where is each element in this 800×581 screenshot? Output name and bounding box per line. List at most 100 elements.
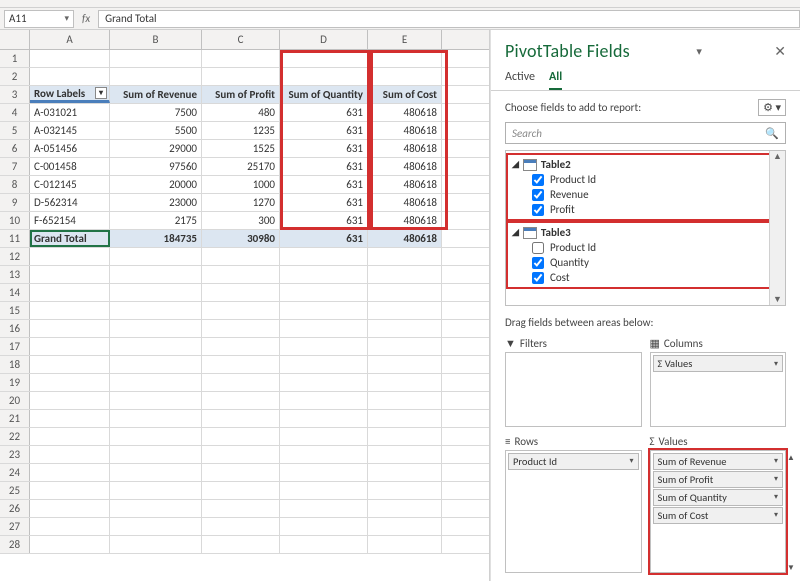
- panel-dropdown-icon[interactable]: ▾: [696, 45, 702, 58]
- row-12[interactable]: 12: [0, 248, 489, 266]
- row-header[interactable]: 26: [0, 500, 30, 517]
- cell[interactable]: [110, 392, 202, 409]
- cell[interactable]: 480618: [368, 194, 442, 211]
- row-header[interactable]: 27: [0, 518, 30, 535]
- cell[interactable]: [368, 392, 442, 409]
- row-9[interactable]: 9D-562314230001270631480618: [0, 194, 489, 212]
- cell[interactable]: 631: [280, 122, 368, 139]
- cell[interactable]: 5500: [110, 122, 202, 139]
- cell[interactable]: [30, 50, 110, 67]
- field-item[interactable]: Cost: [510, 270, 781, 285]
- cell[interactable]: [280, 320, 368, 337]
- cell[interactable]: [110, 284, 202, 301]
- cell[interactable]: A-031021: [30, 104, 110, 121]
- cell[interactable]: [110, 446, 202, 463]
- name-box[interactable]: A11 ▾: [4, 10, 74, 28]
- field-item[interactable]: Revenue: [510, 187, 781, 202]
- cell[interactable]: [280, 392, 368, 409]
- cell[interactable]: [368, 50, 442, 67]
- cell[interactable]: [368, 446, 442, 463]
- cell[interactable]: [110, 374, 202, 391]
- row-28[interactable]: 28: [0, 536, 489, 554]
- field-item[interactable]: Quantity: [510, 255, 781, 270]
- row-5[interactable]: 5A-03214555001235631480618: [0, 122, 489, 140]
- cell[interactable]: [110, 356, 202, 373]
- row-header[interactable]: 22: [0, 428, 30, 445]
- cell[interactable]: 480618: [368, 176, 442, 193]
- cell[interactable]: 2175: [110, 212, 202, 229]
- cell[interactable]: C-001458: [30, 158, 110, 175]
- cell[interactable]: [368, 464, 442, 481]
- cell[interactable]: [110, 320, 202, 337]
- row-header[interactable]: 11: [0, 230, 30, 247]
- cell[interactable]: 1270: [202, 194, 280, 211]
- cell[interactable]: [30, 284, 110, 301]
- cell[interactable]: 480618: [368, 104, 442, 121]
- cell[interactable]: 1525: [202, 140, 280, 157]
- cell[interactable]: [280, 284, 368, 301]
- cell[interactable]: [368, 338, 442, 355]
- row-21[interactable]: 21: [0, 410, 489, 428]
- cell[interactable]: [368, 356, 442, 373]
- cell[interactable]: [280, 338, 368, 355]
- cell[interactable]: [280, 536, 368, 553]
- row-18[interactable]: 18: [0, 356, 489, 374]
- zone-tag[interactable]: Sum of Cost▾: [653, 507, 784, 524]
- cell[interactable]: [368, 500, 442, 517]
- cell[interactable]: [202, 266, 280, 283]
- cell[interactable]: [368, 320, 442, 337]
- cell[interactable]: [368, 428, 442, 445]
- cell[interactable]: [368, 536, 442, 553]
- cell[interactable]: [110, 464, 202, 481]
- cell[interactable]: 480: [202, 104, 280, 121]
- cell[interactable]: [110, 482, 202, 499]
- field-checkbox[interactable]: [532, 242, 544, 254]
- field-checkbox[interactable]: [532, 257, 544, 269]
- cell[interactable]: [368, 482, 442, 499]
- cell[interactable]: [202, 374, 280, 391]
- col-header-c[interactable]: C: [202, 30, 280, 49]
- cell[interactable]: [280, 356, 368, 373]
- row-header[interactable]: 18: [0, 356, 30, 373]
- cell[interactable]: 631: [280, 176, 368, 193]
- field-list[interactable]: ◢Table2Product IdRevenueProfit◢Table3Pro…: [505, 150, 786, 306]
- row-14[interactable]: 14: [0, 284, 489, 302]
- cell[interactable]: [202, 518, 280, 535]
- cell[interactable]: [280, 50, 368, 67]
- cell[interactable]: [202, 50, 280, 67]
- table-table3[interactable]: ◢Table3Product IdQuantityCost: [508, 223, 783, 287]
- row-17[interactable]: 17: [0, 338, 489, 356]
- row-22[interactable]: 22: [0, 428, 489, 446]
- cell[interactable]: [280, 374, 368, 391]
- row-7[interactable]: 7C-0014589756025170631480618: [0, 158, 489, 176]
- cell[interactable]: [30, 266, 110, 283]
- cell[interactable]: 29000: [110, 140, 202, 157]
- col-header-a[interactable]: A: [30, 30, 110, 49]
- cell[interactable]: [110, 248, 202, 265]
- cell[interactable]: [280, 518, 368, 535]
- row-15[interactable]: 15: [0, 302, 489, 320]
- row-20[interactable]: 20: [0, 392, 489, 410]
- field-checkbox[interactable]: [532, 174, 544, 186]
- field-item[interactable]: Product Id: [510, 172, 781, 187]
- row-header[interactable]: 12: [0, 248, 30, 265]
- cell[interactable]: [110, 536, 202, 553]
- zone-tag[interactable]: Sum of Revenue▾: [653, 453, 784, 470]
- cell[interactable]: [202, 392, 280, 409]
- cell[interactable]: [202, 284, 280, 301]
- cell[interactable]: 25170: [202, 158, 280, 175]
- row-header[interactable]: 16: [0, 320, 30, 337]
- cell[interactable]: [30, 500, 110, 517]
- zone-values-body[interactable]: Sum of Revenue▾Sum of Profit▾Sum of Quan…: [650, 450, 787, 574]
- cell[interactable]: Sum of Cost: [368, 86, 442, 103]
- cell[interactable]: [202, 320, 280, 337]
- cell[interactable]: [30, 518, 110, 535]
- cell[interactable]: 97560: [110, 158, 202, 175]
- cell[interactable]: 631: [280, 194, 368, 211]
- cell[interactable]: 1235: [202, 122, 280, 139]
- cell[interactable]: [202, 68, 280, 85]
- cell[interactable]: [110, 50, 202, 67]
- cell[interactable]: [202, 248, 280, 265]
- cell[interactable]: [368, 374, 442, 391]
- cell[interactable]: [368, 68, 442, 85]
